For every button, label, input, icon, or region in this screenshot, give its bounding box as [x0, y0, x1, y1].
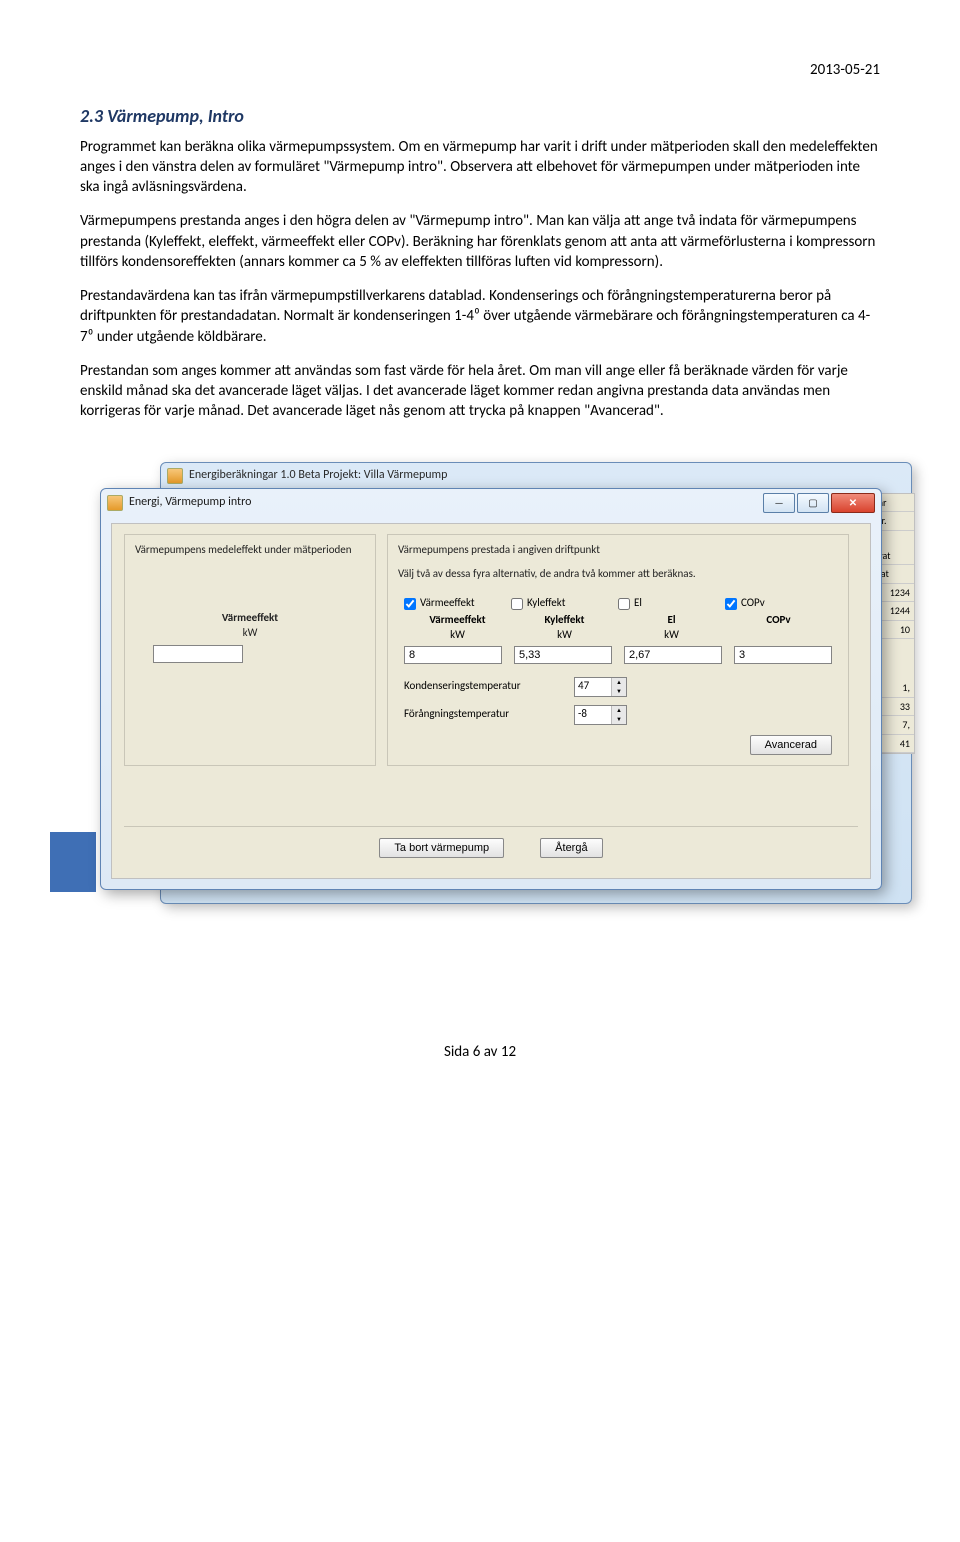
back-button[interactable]: Återgå [540, 838, 602, 858]
dialog-button-row: Ta bort värmepump Återgå [124, 820, 858, 858]
forangning-spinner[interactable]: -8 ▲▼ [574, 705, 627, 725]
spin-down-icon[interactable]: ▼ [612, 715, 626, 724]
checkbox-varmeeffekt[interactable]: Värmeeffekt [404, 596, 511, 611]
remove-heatpump-button[interactable]: Ta bort värmepump [379, 838, 504, 858]
paragraph-1: Programmet kan beräkna olika värmepumpss… [80, 137, 880, 198]
col-unit-empty [725, 628, 832, 643]
app-icon [107, 495, 123, 511]
checkbox-kyleffekt[interactable]: Kyleffekt [511, 596, 618, 611]
copv-input[interactable] [734, 646, 832, 664]
paragraph-2: Värmepumpens prestanda anges i den högra… [80, 211, 880, 272]
col-header-cop: COPv [725, 613, 832, 628]
dialog-title: Energi, Värmepump intro [129, 494, 251, 510]
forangning-value: -8 [575, 707, 611, 722]
minimize-button[interactable]: — [763, 493, 795, 513]
right-group-title: Värmepumpens prestada i angiven driftpun… [388, 535, 848, 558]
kyleffekt-input[interactable] [514, 646, 612, 664]
left-groupbox: Värmepumpens medeleffekt under mätperiod… [124, 534, 376, 766]
app-icon [167, 468, 183, 484]
page-date: 2013-05-21 [80, 60, 880, 80]
dialog-client-area: Värmepumpens medeleffekt under mätperiod… [111, 523, 871, 879]
maximize-button[interactable]: ▢ [797, 493, 829, 513]
el-input[interactable] [624, 646, 722, 664]
col-unit: kW [618, 628, 725, 643]
kondensering-label: Kondenseringstemperatur [404, 679, 564, 694]
background-window-title: Energiberäkningar 1.0 Beta Projekt: Vill… [189, 467, 447, 483]
app-screenshot: Energiberäkningar 1.0 Beta Projekt: Vill… [100, 462, 880, 922]
avancerad-button[interactable]: Avancerad [750, 735, 832, 755]
checkbox-label: El [634, 596, 642, 611]
right-groupbox: Värmepumpens prestada i angiven driftpun… [387, 534, 849, 766]
left-group-label: Värmepumpens medeleffekt under mätperiod… [125, 535, 375, 558]
avg-power-input[interactable] [153, 645, 243, 663]
checkbox-label: Kyleffekt [527, 596, 565, 611]
dialog-window: Energi, Värmepump intro — ▢ ✕ Värmepumpe… [100, 488, 882, 890]
col-unit: kW [404, 628, 511, 643]
col-unit: kW [511, 628, 618, 643]
spin-up-icon[interactable]: ▲ [612, 678, 626, 687]
section-heading: 2.3 Värmepump, Intro [80, 104, 880, 128]
checkbox-copv[interactable]: COPv [725, 596, 832, 611]
kondensering-spinner[interactable]: 47 ▲▼ [574, 677, 627, 697]
col-header-varme: Värmeeffekt [404, 613, 511, 628]
left-col-header: Värmeeffekt [125, 603, 375, 626]
varmeeffekt-input[interactable] [404, 646, 502, 664]
forangning-label: Förångningstemperatur [404, 707, 564, 722]
close-button[interactable]: ✕ [831, 493, 875, 513]
checkbox-el[interactable]: El [618, 596, 725, 611]
decorative-blue-strip [50, 832, 96, 892]
paragraph-3: Prestandavärdena kan tas ifrån värmepump… [80, 286, 880, 347]
kondensering-value: 47 [575, 679, 611, 694]
left-col-unit: kW [125, 626, 375, 641]
paragraph-4: Prestandan som anges kommer att användas… [80, 361, 880, 422]
spin-down-icon[interactable]: ▼ [612, 687, 626, 696]
checkbox-label: COPv [741, 596, 765, 611]
spin-up-icon[interactable]: ▲ [612, 706, 626, 715]
col-header-kyl: Kyleffekt [511, 613, 618, 628]
checkbox-label: Värmeeffekt [420, 596, 475, 611]
right-group-instruction: Välj två av dessa fyra alternativ, de an… [388, 557, 848, 582]
page-footer: Sida 6 av 12 [80, 1042, 880, 1062]
col-header-el: El [618, 613, 725, 628]
